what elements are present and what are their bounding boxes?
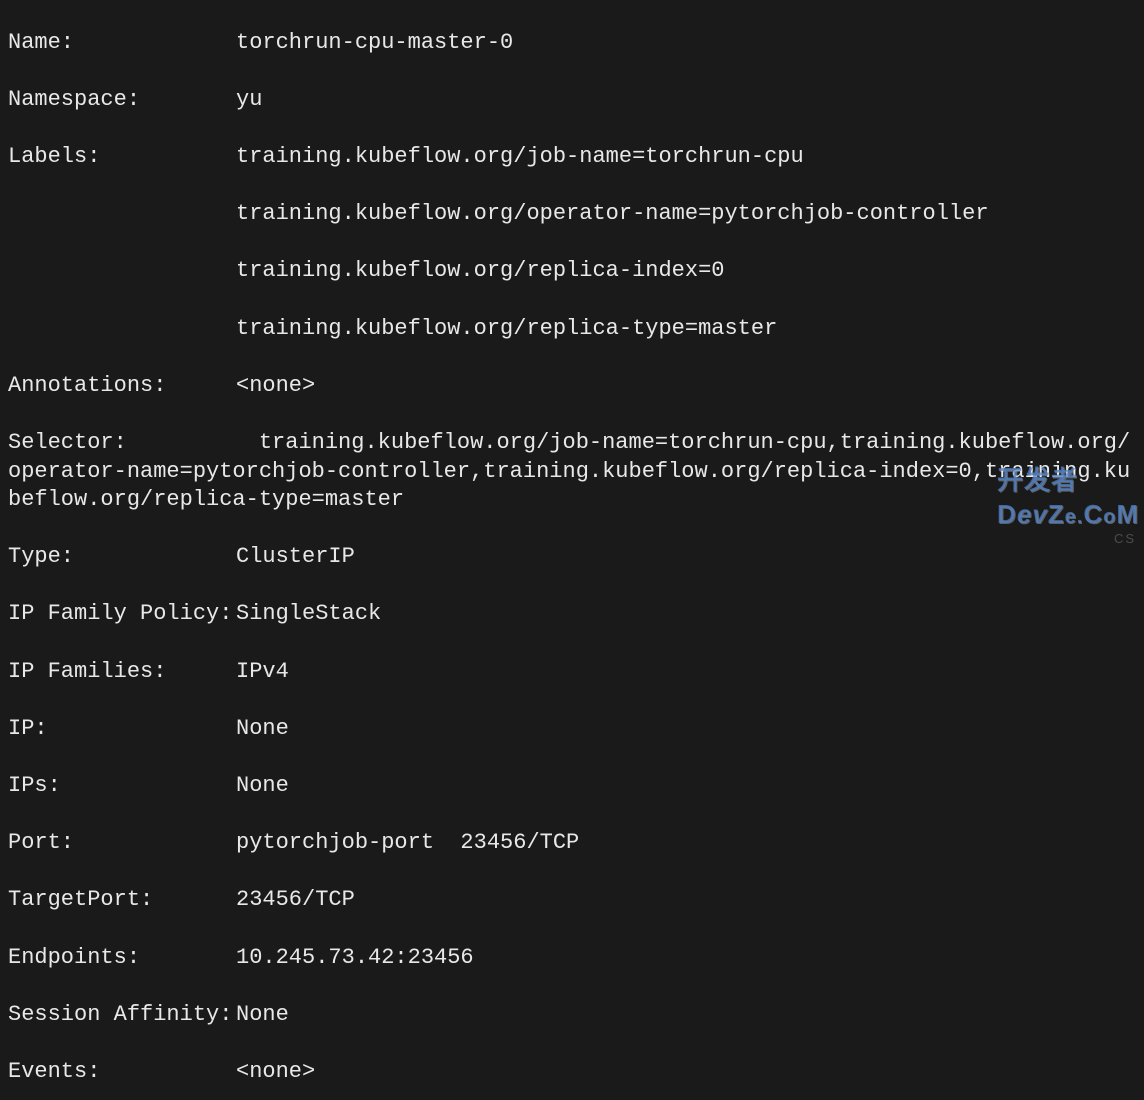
field-events: Events:<none> (8, 1058, 1136, 1087)
field-key: Events: (8, 1058, 236, 1087)
field-value: training.kubeflow.org/replica-index=0 (236, 257, 724, 286)
field-annotations: Annotations:<none> (8, 372, 1136, 401)
field-endpoints: Endpoints:10.245.73.42:23456 (8, 944, 1136, 973)
field-value: torchrun-cpu-master-0 (236, 29, 513, 58)
field-ip: IP:None (8, 715, 1136, 744)
field-value: training.kubeflow.org/job-name=torchrun-… (236, 143, 804, 172)
field-key: Port: (8, 829, 236, 858)
field-value: 10.245.73.42:23456 (236, 944, 474, 973)
field-value: yu (236, 86, 262, 115)
field-type: Type:ClusterIP (8, 543, 1136, 572)
field-key: IP: (8, 715, 236, 744)
field-ips: IPs:None (8, 772, 1136, 801)
field-target-port: TargetPort:23456/TCP (8, 886, 1136, 915)
field-name: Name:torchrun-cpu-master-0 (8, 29, 1136, 58)
field-value: SingleStack (236, 600, 381, 629)
field-key: Name: (8, 29, 236, 58)
field-key: Namespace: (8, 86, 236, 115)
field-value: None (236, 1001, 289, 1030)
field-session-affinity: Session Affinity:None (8, 1001, 1136, 1030)
field-labels-cont: training.kubeflow.org/operator-name=pyto… (8, 200, 1136, 229)
field-value: None (236, 715, 289, 744)
field-key: Annotations: (8, 372, 236, 401)
watermark-brand: 开发者DevZe.CoM (997, 464, 1139, 532)
field-key: Session Affinity: (8, 1001, 236, 1030)
field-key: TargetPort: (8, 886, 236, 915)
field-value: ClusterIP (236, 543, 355, 572)
field-namespace: Namespace:yu (8, 86, 1136, 115)
field-ip-families: IP Families:IPv4 (8, 658, 1136, 687)
field-value: IPv4 (236, 658, 289, 687)
field-key: Endpoints: (8, 944, 236, 973)
field-key: Type: (8, 543, 236, 572)
field-labels-cont: training.kubeflow.org/replica-type=maste… (8, 315, 1136, 344)
field-value: <none> (236, 1058, 315, 1087)
field-key: IP Families: (8, 658, 236, 687)
field-key: Labels: (8, 143, 236, 172)
field-value: training.kubeflow.org/operator-name=pyto… (236, 200, 989, 229)
indent (8, 200, 236, 229)
field-key: IP Family Policy: (8, 600, 236, 629)
field-value: None (236, 772, 289, 801)
field-value: 23456/TCP (236, 886, 355, 915)
field-labels: Labels:training.kubeflow.org/job-name=to… (8, 143, 1136, 172)
terminal-output: Name:torchrun-cpu-master-0 Namespace:yu … (0, 0, 1144, 1100)
indent (8, 315, 236, 344)
field-selector: Selector: training.kubeflow.org/job-name… (8, 429, 1136, 515)
field-port: Port:pytorchjob-port 23456/TCP (8, 829, 1136, 858)
field-value: training.kubeflow.org/replica-type=maste… (236, 315, 777, 344)
indent (8, 257, 236, 286)
field-labels-cont: training.kubeflow.org/replica-index=0 (8, 257, 1136, 286)
field-ip-family-policy: IP Family Policy:SingleStack (8, 600, 1136, 629)
watermark-secondary: CS (1114, 531, 1136, 548)
field-key: IPs: (8, 772, 236, 801)
field-value: <none> (236, 372, 315, 401)
field-value: pytorchjob-port 23456/TCP (236, 829, 579, 858)
